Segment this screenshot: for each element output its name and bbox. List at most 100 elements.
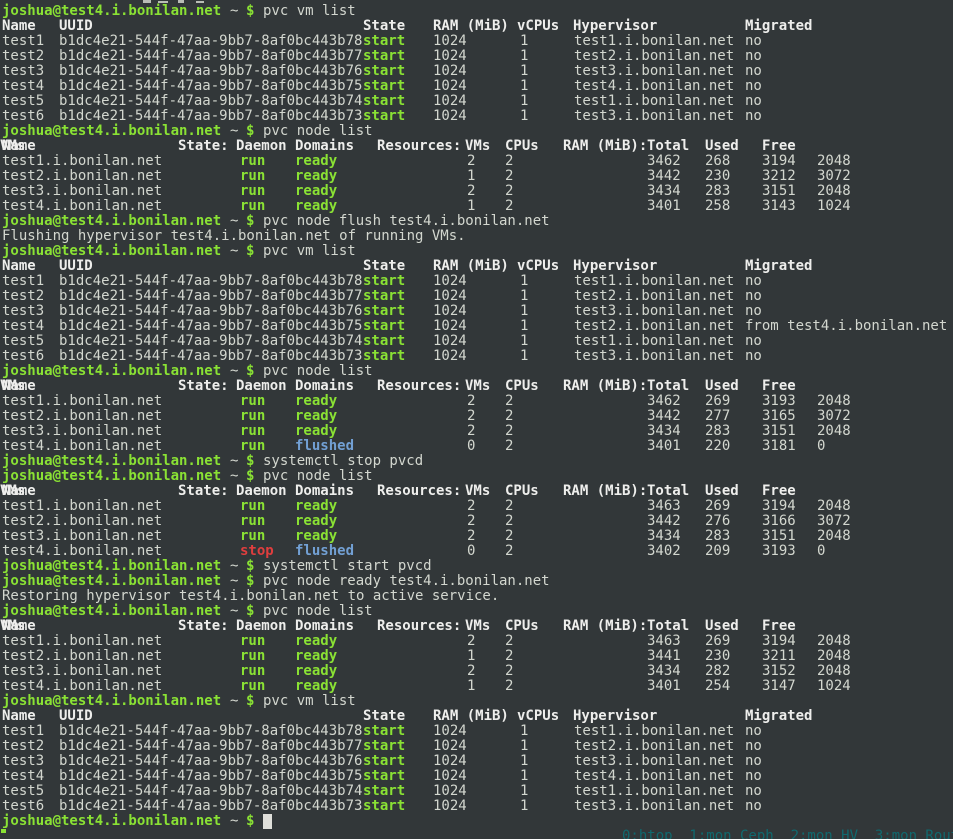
node-cell-daemon-state: run	[240, 529, 265, 544]
vm-header-uuid: UUID	[59, 709, 93, 724]
vm-cell-uuid: b1dc4e21-544f-47aa-9bb7-8af0bc443b77	[59, 49, 362, 64]
terminal-line: test2.i.bonilan.netrunready2234422763166…	[0, 514, 953, 529]
terminal-line: test3b1dc4e21-544f-47aa-9bb7-8af0bc443b7…	[0, 304, 953, 319]
vm-cell-migrated: no	[745, 79, 762, 94]
node-cell-name: test1.i.bonilan.net	[2, 499, 162, 514]
vm-cell-uuid: b1dc4e21-544f-47aa-9bb7-8af0bc443b74	[59, 784, 362, 799]
node-cell-ram-vms: 2048	[817, 529, 851, 544]
prompt-symbol: $	[246, 574, 254, 589]
terminal-line: 0:htop 1:mon Ceph 2:mon HV 3:mon Route	[0, 829, 953, 839]
vm-cell-name: test6	[2, 799, 44, 814]
vm-cell-vcpus: 1	[520, 289, 528, 304]
node-cell-ram-free: 3151	[762, 424, 796, 439]
node-cell-ram-used: 283	[705, 529, 730, 544]
vm-cell-ram: 1024	[433, 739, 467, 754]
node-cell-ram-total: 3434	[647, 424, 681, 439]
vm-cell-state: start	[363, 109, 405, 124]
node-header-domains: Domains	[295, 379, 354, 394]
vm-cell-migrated: no	[745, 109, 762, 124]
node-header-cpus: CPUs	[505, 139, 539, 154]
vm-cell-uuid: b1dc4e21-544f-47aa-9bb7-8af0bc443b76	[59, 64, 362, 79]
node-cell-name: test4.i.bonilan.net	[2, 199, 162, 214]
node-header-ram-vms: VMs	[0, 484, 25, 499]
vm-cell-vcpus: 1	[520, 49, 528, 64]
vm-header-name: Name	[2, 709, 36, 724]
vm-cell-state: start	[363, 49, 405, 64]
command-text: pvc vm list	[263, 4, 356, 19]
vm-cell-hypervisor: test3.i.bonilan.net	[574, 304, 734, 319]
vm-cell-hypervisor: test2.i.bonilan.net	[574, 289, 734, 304]
vm-cell-ram: 1024	[433, 94, 467, 109]
vm-cell-state: start	[363, 724, 405, 739]
vm-cell-state: start	[363, 784, 405, 799]
node-cell-ram-free: 3147	[762, 679, 796, 694]
terminal-line: joshua@test4.i.bonilan.net~$pvc node lis…	[0, 469, 953, 484]
node-cell-vms: 1	[467, 169, 475, 184]
vm-cell-state: start	[363, 769, 405, 784]
vm-cell-hypervisor: test1.i.bonilan.net	[574, 34, 734, 49]
node-cell-ram-total: 3434	[647, 529, 681, 544]
terminal-line: test4.i.bonilan.netstopflushed0234022093…	[0, 544, 953, 559]
node-cell-ram-free: 3143	[762, 199, 796, 214]
vm-header-hypervisor: Hypervisor	[573, 259, 657, 274]
vm-cell-vcpus: 1	[520, 79, 528, 94]
node-cell-ram-total: 3441	[647, 649, 681, 664]
vm-cell-hypervisor: test3.i.bonilan.net	[574, 109, 734, 124]
terminal-line: test2b1dc4e21-544f-47aa-9bb7-8af0bc443b7…	[0, 289, 953, 304]
node-cell-ram-total: 3462	[647, 154, 681, 169]
vm-cell-name: test4	[2, 79, 44, 94]
node-cell-cpus: 2	[505, 409, 513, 424]
node-cell-cpus: 2	[505, 499, 513, 514]
vm-cell-name: test1	[2, 724, 44, 739]
node-cell-ram-total: 3463	[647, 634, 681, 649]
terminal-line: test1.i.bonilan.netrunready2234632693194…	[0, 499, 953, 514]
node-cell-ram-free: 3165	[762, 409, 796, 424]
node-header-daemon: Daemon	[236, 379, 287, 394]
vm-cell-vcpus: 1	[520, 799, 528, 814]
vm-cell-hypervisor: test1.i.bonilan.net	[574, 94, 734, 109]
node-cell-name: test3.i.bonilan.net	[2, 184, 162, 199]
vm-cell-vcpus: 1	[520, 109, 528, 124]
node-cell-daemon-state: run	[240, 679, 265, 694]
node-cell-ram-total: 3442	[647, 409, 681, 424]
node-cell-ram-vms: 2048	[817, 394, 851, 409]
node-cell-ram-vms: 2048	[817, 499, 851, 514]
terminal-line: test2b1dc4e21-544f-47aa-9bb7-8af0bc443b7…	[0, 49, 953, 64]
vm-cell-migrated: no	[745, 289, 762, 304]
node-cell-ram-free: 3151	[762, 184, 796, 199]
vm-cell-migrated: no	[745, 769, 762, 784]
vm-cell-name: test5	[2, 94, 44, 109]
terminal-line: joshua@test4.i.bonilan.net~$pvc node flu…	[0, 214, 953, 229]
node-cell-domains-state: flushed	[295, 439, 354, 454]
node-cell-ram-vms: 2048	[817, 634, 851, 649]
terminal-line: NameUUIDStateRAM (MiB)vCPUsHypervisorMig…	[0, 19, 953, 34]
prompt-cwd: ~	[230, 244, 238, 259]
node-cell-daemon-state: run	[240, 394, 265, 409]
vm-cell-migrated: no	[745, 304, 762, 319]
node-header-ram-label: RAM (MiB):	[563, 379, 647, 394]
node-cell-vms: 2	[467, 634, 475, 649]
vm-cell-vcpus: 1	[520, 739, 528, 754]
node-cell-ram-free: 3194	[762, 154, 796, 169]
terminal-line: NameState:DaemonDomainsResources:VMsCPUs…	[0, 379, 953, 394]
node-cell-daemon-state: run	[240, 154, 265, 169]
node-cell-ram-total: 3401	[647, 199, 681, 214]
node-cell-daemon-state: run	[240, 664, 265, 679]
terminal-line: test3.i.bonilan.netrunready2234342833151…	[0, 529, 953, 544]
node-cell-cpus: 2	[505, 679, 513, 694]
command-text: pvc node flush test4.i.bonilan.net	[263, 214, 550, 229]
terminal-screen[interactable]: joshua@test4.i.bonilan.net~$pvc vm listN…	[0, 0, 953, 839]
node-header-used: Used	[705, 619, 739, 634]
node-cell-ram-total: 3434	[647, 664, 681, 679]
vm-header-uuid: UUID	[59, 259, 93, 274]
vm-cell-name: test3	[2, 754, 44, 769]
node-header-cpus: CPUs	[505, 619, 539, 634]
node-cell-ram-total: 3442	[647, 514, 681, 529]
node-cell-vms: 2	[467, 514, 475, 529]
node-cell-cpus: 2	[505, 424, 513, 439]
vm-cell-ram: 1024	[433, 289, 467, 304]
node-cell-name: test4.i.bonilan.net	[2, 679, 162, 694]
node-cell-ram-total: 3434	[647, 184, 681, 199]
node-cell-cpus: 2	[505, 544, 513, 559]
terminal-line: joshua@test4.i.bonilan.net~$systemctl st…	[0, 454, 953, 469]
